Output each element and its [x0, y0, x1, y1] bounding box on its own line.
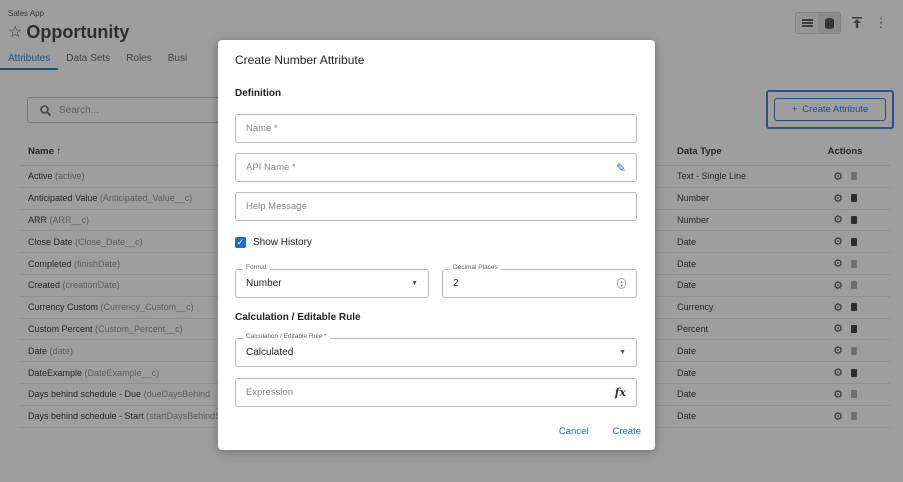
dialog-actions: Cancel Create	[559, 426, 641, 437]
function-fx-icon[interactable]: fx	[615, 386, 626, 399]
format-label: Format	[243, 264, 270, 271]
decimal-places-value: 2	[453, 278, 459, 289]
chevron-down-icon: ▼	[411, 280, 418, 287]
format-value: Number	[246, 278, 282, 289]
create-button[interactable]: Create	[612, 426, 641, 437]
calculation-rule-select[interactable]: Calculation / Editable Rule * Calculated…	[235, 333, 637, 367]
calculation-heading: Calculation / Editable Rule	[235, 312, 361, 323]
calculation-rule-label: Calculation / Editable Rule *	[243, 333, 330, 340]
chevron-down-icon: ▼	[619, 349, 626, 356]
decimal-places-field[interactable]: Decimal Places 2 ▲ ▼	[442, 264, 637, 298]
dialog-title: Create Number Attribute	[235, 53, 365, 67]
definition-heading: Definition	[235, 88, 282, 99]
show-history-checkbox[interactable]: ✓	[235, 237, 246, 248]
number-stepper-icon[interactable]: ▲ ▼	[617, 278, 626, 289]
show-history-toggle[interactable]: ✓ Show History	[235, 237, 312, 248]
expression-field[interactable]: Expression fx	[235, 378, 637, 407]
api-name-field[interactable]: API Name * ✎	[235, 153, 637, 182]
decimal-places-label: Decimal Places	[450, 264, 501, 271]
create-number-attribute-dialog: Create Number Attribute Definition Name …	[218, 40, 655, 450]
calculation-rule-value: Calculated	[246, 347, 294, 358]
edit-pencil-icon[interactable]: ✎	[616, 161, 626, 175]
help-message-field[interactable]: Help Message	[235, 192, 637, 221]
show-history-label: Show History	[253, 237, 312, 248]
format-select[interactable]: Format Number ▼	[235, 264, 429, 298]
name-field[interactable]: Name *	[235, 114, 637, 143]
cancel-button[interactable]: Cancel	[559, 426, 589, 437]
